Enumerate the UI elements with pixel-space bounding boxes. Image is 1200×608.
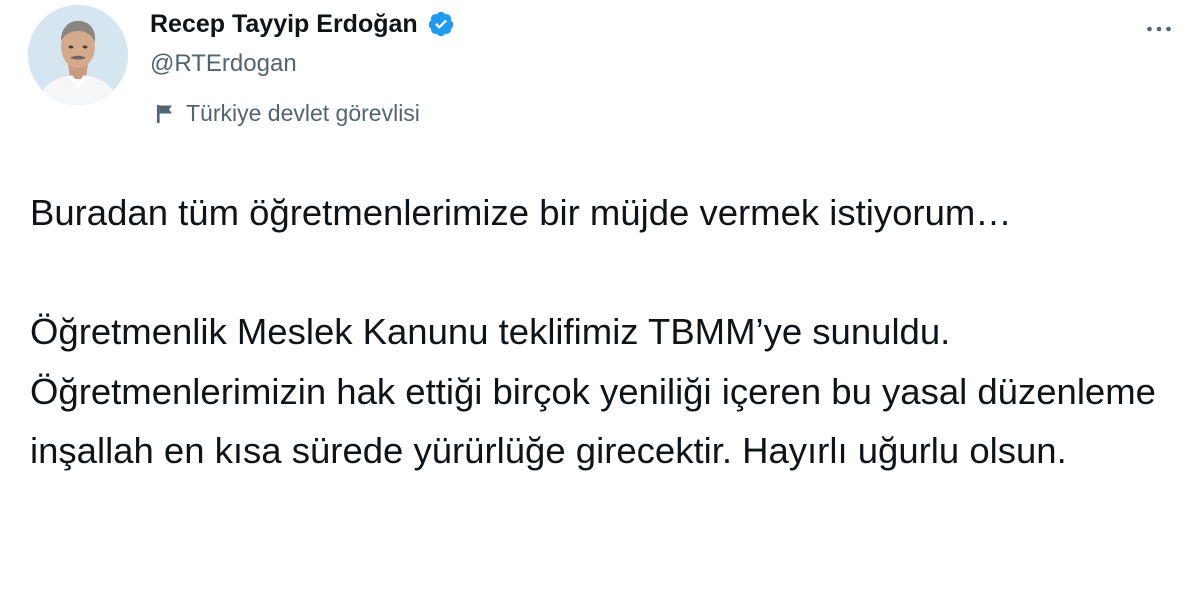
profile-photo: [28, 5, 128, 105]
more-options-button[interactable]: [1142, 12, 1176, 46]
more-horizontal-icon: [1147, 26, 1171, 32]
display-name[interactable]: Recep Tayyip Erdoğan: [150, 10, 418, 39]
name-row: Recep Tayyip Erdoğan: [150, 4, 1050, 44]
government-label: Türkiye devlet görevlisi: [156, 100, 1050, 127]
government-label-text[interactable]: Türkiye devlet görevlisi: [186, 100, 420, 127]
verified-badge-icon: [427, 10, 455, 38]
tweet-header: Recep Tayyip Erdoğan @RTErdogan Türkiye …: [150, 4, 1050, 127]
tweet-card: Recep Tayyip Erdoğan @RTErdogan Türkiye …: [0, 0, 1200, 608]
user-handle[interactable]: @RTErdogan: [150, 50, 1050, 78]
tweet-paragraph: Buradan tüm öğretmenlerimize bir müjde v…: [30, 192, 1012, 233]
avatar[interactable]: [28, 5, 128, 105]
tweet-paragraph: Öğretmenlik Meslek Kanunu teklifimiz TBM…: [30, 311, 1156, 471]
tweet-text: Buradan tüm öğretmenlerimize bir müjde v…: [30, 183, 1180, 481]
flag-icon: [156, 104, 174, 124]
